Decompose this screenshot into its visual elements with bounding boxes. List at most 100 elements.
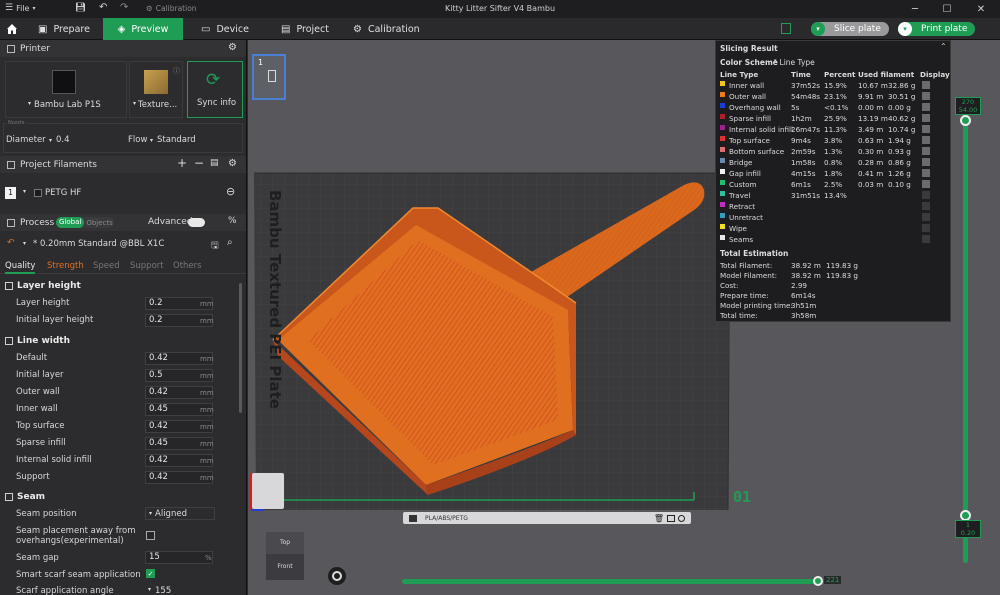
scarf-angle-input[interactable]: ▾ 155	[145, 586, 213, 595]
line-type-row[interactable]: Travel 31m51s 13.4%	[716, 190, 952, 201]
plate-list-icon[interactable]	[781, 23, 791, 34]
mini-plate-icon[interactable]	[252, 473, 284, 509]
line-type-row[interactable]: Inner wall 37m52s 15.9% 10.67 m 32.86 g	[716, 80, 952, 91]
display-checkbox[interactable]	[922, 92, 930, 100]
vertical-layer-track[interactable]	[963, 110, 968, 563]
display-checkbox[interactable]	[922, 180, 930, 188]
view-recenter-button[interactable]	[328, 567, 346, 585]
plate-settings-icon[interactable]	[678, 514, 685, 522]
print-plate-button[interactable]: ▾ Print plate	[898, 22, 975, 36]
view-cube-front[interactable]: Front	[266, 554, 304, 580]
line-type-row[interactable]: Gap infill 4m15s 1.8% 0.41 m 1.26 g	[716, 168, 952, 179]
tab-others[interactable]: Others	[173, 261, 202, 271]
filament-list-icon[interactable]: ▤	[210, 158, 219, 168]
tab-project[interactable]: ▤ Project	[281, 18, 341, 40]
slice-plate-button[interactable]: ▾ Slice plate	[811, 22, 889, 36]
tab-device[interactable]: ▭ Device	[201, 18, 261, 40]
slice-dropdown-icon[interactable]: ▾	[811, 22, 825, 36]
tab-prepare[interactable]: ▣ Prepare	[38, 18, 100, 40]
horizontal-slider-thumb[interactable]	[813, 576, 823, 586]
display-checkbox[interactable]	[922, 158, 930, 166]
view-cube-top[interactable]: Top	[266, 532, 304, 554]
display-checkbox[interactable]	[922, 136, 930, 144]
save-icon[interactable]: 💾︎	[75, 3, 86, 13]
settings-scrollbar[interactable]	[239, 283, 242, 413]
line-type-row[interactable]: Internal solid infill 26m47s 11.3% 3.49 m 10…	[716, 124, 952, 135]
reset-icon[interactable]: ↶	[7, 238, 15, 248]
display-checkbox[interactable]	[922, 213, 930, 221]
print-dropdown-icon[interactable]: ▾	[898, 22, 912, 36]
seam-position-value: Aligned	[155, 508, 187, 519]
line-type-row[interactable]: Overhang wall 5s <0.1% 0.00 m 0.00 g	[716, 102, 952, 113]
filament-settings-icon[interactable]: ⚙	[228, 158, 237, 169]
seam-position-select[interactable]: ▾ Aligned	[145, 507, 215, 520]
printer-card[interactable]: ▾ Bambu Lab P1S	[5, 61, 127, 118]
search-icon[interactable]: ⌕	[227, 237, 233, 248]
display-checkbox[interactable]	[922, 169, 930, 177]
line-type-row[interactable]: Bottom surface 2m59s 1.3% 0.30 m 0.93 g	[716, 146, 952, 157]
global-objects-toggle[interactable]: Global Objects	[56, 217, 114, 228]
global-option[interactable]: Global	[56, 217, 85, 228]
line-type-row[interactable]: Unretract	[716, 212, 952, 223]
objects-option[interactable]: Objects	[86, 219, 112, 227]
tab-strength[interactable]: Strength	[47, 261, 84, 271]
sync-info-button[interactable]: ⟳ Sync info	[187, 61, 243, 118]
line-type-row[interactable]: Bridge 1m58s 0.8% 0.28 m 0.86 g	[716, 157, 952, 168]
filament-row[interactable]: 1 ▾ PETG HF ⊖	[5, 185, 243, 201]
plate-thumbnail-button[interactable]: 1	[252, 54, 286, 100]
titlebar-calibration[interactable]: ⚙ Calibration	[146, 4, 197, 13]
horizontal-move-slider[interactable]	[402, 579, 820, 584]
advanced-toggle[interactable]	[188, 218, 205, 227]
seam-gap-input[interactable]: 15	[145, 551, 213, 564]
home-button[interactable]	[0, 18, 24, 40]
line-type-row[interactable]: Wipe	[716, 223, 952, 234]
view-cube[interactable]: Top Front	[266, 532, 306, 582]
display-checkbox[interactable]	[922, 235, 930, 243]
tab-quality[interactable]: Quality	[5, 261, 36, 274]
delete-plate-icon[interactable]: 🗑︎	[654, 514, 664, 523]
line-type-row[interactable]: Custom 6m1s 2.5% 0.03 m 0.10 g	[716, 179, 952, 190]
undo-icon[interactable]: ↶	[99, 2, 107, 13]
display-checkbox[interactable]	[922, 202, 930, 210]
line-type-row[interactable]: Top surface 9m4s 3.8% 0.63 m 1.94 g	[716, 135, 952, 146]
tab-calibration[interactable]: ⚙ Calibration	[353, 18, 433, 40]
remove-filament-icon[interactable]: −	[194, 156, 204, 170]
color-scheme-select[interactable]: ▾ Line Type	[774, 58, 815, 67]
top-layer-thumb[interactable]	[960, 115, 971, 126]
line-type-name: Custom	[729, 180, 757, 189]
collapse-icon[interactable]: ⌃	[940, 42, 947, 51]
compare-icon[interactable]: %	[228, 216, 237, 226]
line-type-row[interactable]: Outer wall 54m48s 23.1% 9.91 m 30.51 g	[716, 91, 952, 102]
display-checkbox[interactable]	[922, 224, 930, 232]
line-type-row[interactable]: Retract	[716, 201, 952, 212]
plate-select-icon[interactable]	[409, 514, 417, 522]
tab-support[interactable]: Support	[130, 261, 164, 271]
process-preset-row[interactable]: ↶ ▾ * 0.20mm Standard @BBL X1C 🖫 ⌕	[5, 237, 243, 254]
close-button[interactable]: ✕	[966, 0, 996, 18]
printer-settings-icon[interactable]: ⚙	[228, 42, 237, 53]
line-type-row[interactable]: Sparse infill 1h2m 25.9% 13.19 m 40.62 g	[716, 113, 952, 124]
display-checkbox[interactable]	[922, 103, 930, 111]
app-menu-button[interactable]: ☰ File ▾	[5, 3, 35, 13]
display-checkbox[interactable]	[922, 114, 930, 122]
minimize-button[interactable]: ─	[900, 0, 930, 18]
save-preset-icon[interactable]: 🖫	[211, 238, 219, 254]
add-filament-icon[interactable]: +	[177, 156, 187, 170]
lock-plate-icon[interactable]	[667, 514, 675, 522]
display-checkbox[interactable]	[922, 125, 930, 133]
line-type-row[interactable]: Seams	[716, 234, 952, 245]
redo-icon[interactable]: ↷	[120, 2, 128, 13]
display-checkbox[interactable]	[922, 81, 930, 89]
flow-select[interactable]: ▾ Standard	[150, 133, 238, 147]
display-checkbox[interactable]	[922, 147, 930, 155]
remove-filament-row-icon[interactable]: ⊖	[226, 185, 235, 198]
display-checkbox[interactable]	[922, 191, 930, 199]
info-icon[interactable]: ⓘ	[173, 66, 180, 76]
tab-preview[interactable]: ◈ Preview	[103, 18, 183, 40]
diameter-select[interactable]: ▾ 0.4	[49, 133, 121, 147]
plate-card[interactable]: ⓘ ▾ Texture...	[129, 61, 183, 118]
tab-speed[interactable]: Speed	[93, 261, 120, 271]
maximize-button[interactable]: ☐	[932, 0, 962, 18]
seam-away-checkbox[interactable]	[146, 531, 155, 540]
scarf-seam-checkbox[interactable]: ✓	[146, 569, 155, 578]
